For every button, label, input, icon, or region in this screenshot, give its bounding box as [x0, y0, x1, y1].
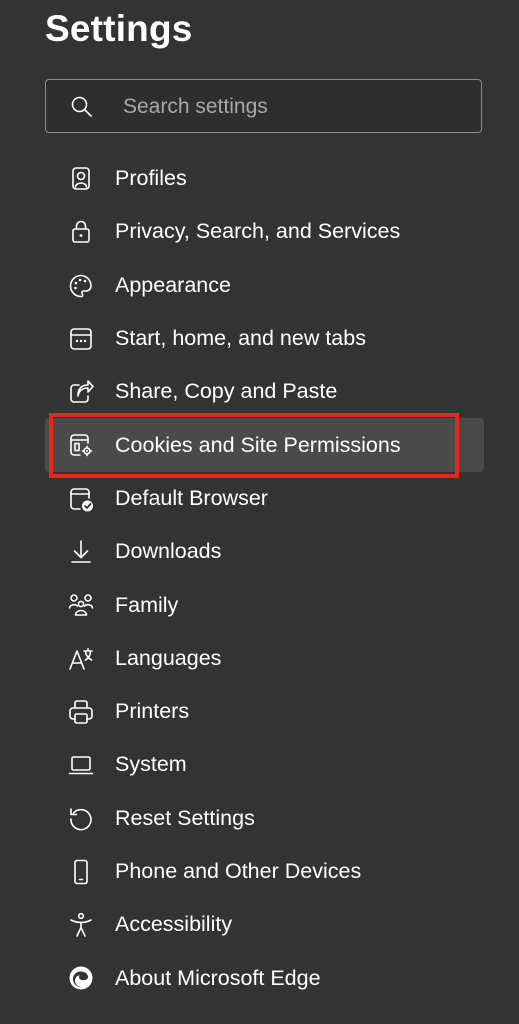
family-icon [67, 591, 95, 619]
sidebar-item-privacy[interactable]: Privacy, Search, and Services [45, 205, 484, 258]
sidebar-item-cookies-site-permissions[interactable]: Cookies and Site Permissions [45, 418, 484, 472]
sidebar-item-label: Printers [115, 699, 190, 724]
sidebar-item-label: Languages [115, 645, 222, 670]
sidebar-item-label: Cookies and Site Permissions [115, 432, 401, 457]
search-box[interactable] [45, 79, 482, 134]
sidebar-item-appearance[interactable]: Appearance [45, 259, 484, 312]
sidebar-item-start-home[interactable]: Start, home, and new tabs [45, 312, 484, 365]
sidebar-item-system[interactable]: System [45, 738, 484, 791]
profile-icon [67, 165, 95, 193]
sidebar-item-label: Reset Settings [115, 805, 255, 830]
sidebar-item-about-edge[interactable]: About Microsoft Edge [45, 951, 484, 1004]
phone-icon [67, 858, 95, 886]
languages-icon [67, 645, 95, 673]
sidebar-item-default-browser[interactable]: Default Browser [45, 472, 484, 525]
sidebar-item-downloads[interactable]: Downloads [45, 525, 484, 578]
sidebar-item-label: Downloads [115, 539, 222, 564]
sidebar-item-printers[interactable]: Printers [45, 685, 484, 738]
page-title: Settings [45, 8, 193, 49]
sidebar-item-label: Share, Copy and Paste [115, 379, 338, 404]
lock-icon [67, 218, 95, 246]
sidebar-item-label: System [115, 752, 187, 777]
printer-icon [67, 698, 95, 726]
sidebar-item-label: Default Browser [115, 485, 268, 510]
sidebar-item-share-copy-paste[interactable]: Share, Copy and Paste [45, 365, 484, 418]
sidebar-item-label: Privacy, Search, and Services [115, 219, 401, 244]
reset-icon [67, 805, 95, 833]
edge-logo-icon [67, 964, 95, 992]
default-browser-icon [67, 485, 95, 513]
sidebar-item-languages[interactable]: Languages [45, 632, 484, 685]
download-icon [67, 538, 95, 566]
settings-nav: Profiles Privacy, Search, and Services A… [45, 152, 484, 1005]
site-permissions-icon [67, 431, 95, 459]
search-input[interactable] [121, 80, 475, 134]
laptop-icon [67, 751, 95, 779]
search-icon [69, 94, 95, 120]
sidebar-item-reset-settings[interactable]: Reset Settings [45, 792, 484, 845]
accessibility-icon [67, 911, 95, 939]
share-icon [67, 378, 95, 406]
sidebar-item-label: Start, home, and new tabs [115, 326, 366, 351]
sidebar-item-phone-devices[interactable]: Phone and Other Devices [45, 845, 484, 898]
sidebar-item-label: Family [115, 592, 179, 617]
sidebar-item-label: Profiles [115, 166, 187, 191]
palette-icon [67, 272, 95, 300]
sidebar-item-family[interactable]: Family [45, 578, 484, 631]
sidebar-item-label: Accessibility [115, 912, 233, 937]
sidebar-item-accessibility[interactable]: Accessibility [45, 898, 484, 951]
sidebar-item-label: About Microsoft Edge [115, 965, 321, 990]
sidebar-item-profiles[interactable]: Profiles [45, 152, 484, 205]
sidebar-item-label: Phone and Other Devices [115, 859, 362, 883]
sidebar-item-label: Appearance [115, 272, 231, 297]
start-page-icon [67, 325, 95, 353]
